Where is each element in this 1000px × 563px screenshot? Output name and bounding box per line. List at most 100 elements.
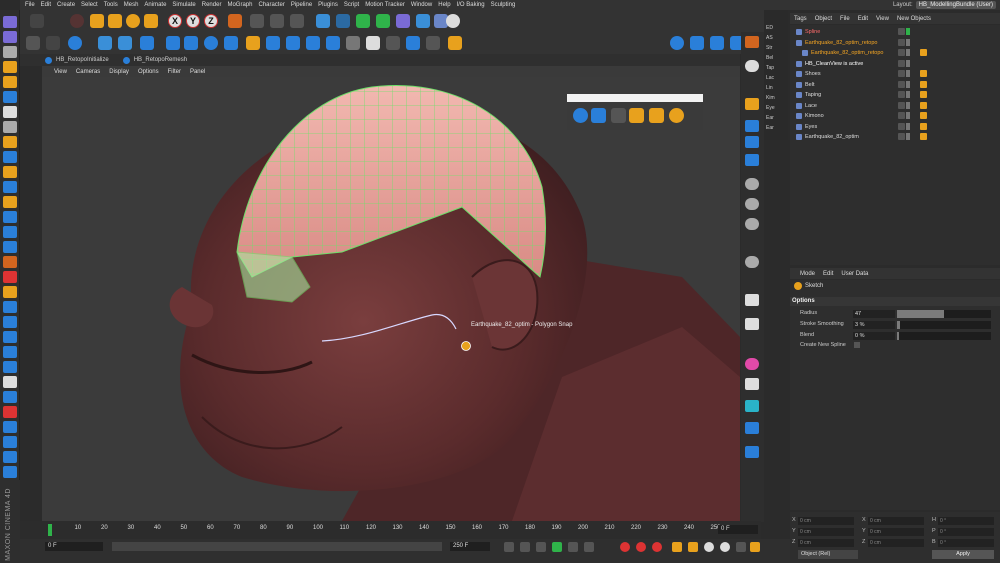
array-icon[interactable] (376, 14, 390, 28)
om-menu-edit[interactable]: Edit (858, 16, 868, 22)
coord-value-field[interactable]: 0 ° (938, 528, 994, 536)
add-icon[interactable] (166, 36, 180, 50)
left-tool-29-icon[interactable] (3, 436, 17, 448)
blend-slider[interactable] (897, 332, 991, 340)
object-row[interactable]: Lace (790, 101, 995, 111)
visibility-flag[interactable] (906, 80, 910, 88)
left-tool-9-icon[interactable] (3, 136, 17, 148)
tag-strip-item[interactable]: Bel (766, 55, 786, 64)
om-menu-new-objects[interactable]: New Objects (897, 16, 931, 22)
left-tool-17-icon[interactable] (3, 256, 17, 268)
left-tool-2-icon[interactable] (3, 31, 17, 43)
symmetry-icon[interactable] (46, 36, 60, 50)
playhead[interactable] (48, 524, 52, 536)
render-settings-icon[interactable] (290, 14, 304, 28)
left-tool-12-icon[interactable] (3, 181, 17, 193)
viewport-menu-panel[interactable]: Panel (190, 69, 205, 75)
next-frame-icon[interactable] (568, 542, 578, 552)
coord-value-field[interactable]: 0 cm (798, 528, 854, 536)
cube-blue-icon[interactable] (745, 446, 759, 458)
left-tool-30-icon[interactable] (3, 451, 17, 463)
object-tag-icon[interactable] (920, 112, 927, 119)
viewport-menu-view[interactable]: View (54, 69, 67, 75)
goto-end-icon[interactable] (584, 542, 594, 552)
menu-tools[interactable]: Tools (104, 2, 118, 8)
loop-icon[interactable] (204, 36, 218, 50)
viewport-menu-options[interactable]: Options (138, 69, 159, 75)
om-menu-file[interactable]: File (840, 16, 850, 22)
menu-animate[interactable]: Animate (144, 2, 166, 8)
x-axis-icon[interactable]: X (168, 14, 182, 28)
coord-value-field[interactable]: 0 cm (798, 539, 854, 547)
object-row[interactable]: Taping (790, 90, 995, 100)
tag-strip-item[interactable]: Lac (766, 75, 786, 84)
object-row[interactable]: Earthquake_82_optim (790, 132, 995, 142)
grid-icon[interactable] (591, 108, 606, 123)
object-row[interactable]: HB_CleanView is active (790, 59, 995, 69)
left-tool-3-icon[interactable] (3, 46, 17, 58)
key-param-icon[interactable] (720, 542, 730, 552)
poly-cube-icon[interactable] (98, 36, 112, 50)
om-menu-view[interactable]: View (876, 16, 889, 22)
polygon-pen-icon[interactable] (266, 36, 280, 50)
coord-value-field[interactable]: 0 cm (798, 517, 854, 525)
cyan-dots-icon[interactable] (745, 400, 759, 412)
menu-mesh[interactable]: Mesh (124, 2, 139, 8)
bridge-icon[interactable] (224, 36, 238, 50)
autokey-icon[interactable] (636, 542, 646, 552)
layer-flag[interactable] (898, 70, 905, 77)
menu-render[interactable]: Render (202, 2, 222, 8)
tag-strip-item[interactable]: Tap (766, 65, 786, 74)
light-icon[interactable] (446, 14, 460, 28)
left-tool-7-icon[interactable] (3, 106, 17, 118)
layout-value[interactable]: HB_ModellingBundle (User) (915, 1, 996, 9)
keyframe-selection-icon[interactable] (652, 542, 662, 552)
left-tool-8-icon[interactable] (3, 121, 17, 133)
layer-flag[interactable] (898, 28, 905, 35)
menu-i-o-baking[interactable]: I/O Baking (457, 2, 485, 8)
menu-script[interactable]: Script (344, 2, 359, 8)
layer-flag[interactable] (898, 101, 905, 109)
key-rotation-icon[interactable] (688, 542, 698, 552)
sketch-icon[interactable] (629, 108, 644, 123)
move-icon[interactable] (90, 14, 104, 28)
prev-frame-icon[interactable] (520, 542, 530, 552)
script-retopo-initialize[interactable]: HB_RetopoInitialize (45, 56, 109, 64)
connect-icon[interactable] (118, 36, 132, 50)
visibility-flag[interactable] (906, 28, 910, 35)
dots-icon[interactable] (745, 294, 759, 306)
visibility-flag[interactable] (906, 49, 910, 56)
hook-icon[interactable] (745, 422, 759, 434)
pen-icon[interactable] (611, 108, 626, 123)
visibility-flag[interactable] (906, 112, 910, 119)
viewport-menu-cameras[interactable]: Cameras (76, 69, 100, 75)
left-tool-27-icon[interactable] (3, 406, 17, 418)
sphere-icon[interactable] (573, 108, 588, 123)
sphere-grey-2-icon[interactable] (745, 198, 759, 210)
scale-icon[interactable] (108, 14, 122, 28)
layer-flag[interactable] (898, 112, 905, 119)
rotate-icon[interactable] (126, 14, 140, 28)
layer-flag[interactable] (898, 59, 905, 67)
key-scale-icon[interactable] (704, 542, 714, 552)
left-tool-4-icon[interactable] (3, 61, 17, 73)
object-row[interactable]: Spline (790, 27, 995, 37)
left-tool-11-icon[interactable] (3, 166, 17, 178)
visibility-flag[interactable] (906, 133, 910, 140)
viewport-menu-display[interactable]: Display (109, 69, 129, 75)
brush-icon[interactable] (745, 120, 759, 132)
undo-icon[interactable] (30, 14, 44, 28)
object-row[interactable]: Eyes (790, 122, 995, 132)
coord-value-field[interactable]: 0 cm (868, 539, 924, 547)
layer-flag[interactable] (898, 91, 905, 98)
sphere-icon[interactable] (670, 36, 684, 50)
visibility-flag[interactable] (906, 101, 910, 109)
coord-mode-dropdown[interactable]: Object (Rel) (798, 550, 858, 559)
tag-strip-item[interactable]: Str (766, 45, 786, 54)
left-tool-15-icon[interactable] (3, 226, 17, 238)
tag-strip-item[interactable]: AS (766, 35, 786, 44)
left-tool-20-icon[interactable] (3, 301, 17, 313)
y-axis-icon[interactable]: Y (186, 14, 200, 28)
visibility-flag[interactable] (906, 70, 910, 77)
left-tool-6-icon[interactable] (3, 91, 17, 103)
